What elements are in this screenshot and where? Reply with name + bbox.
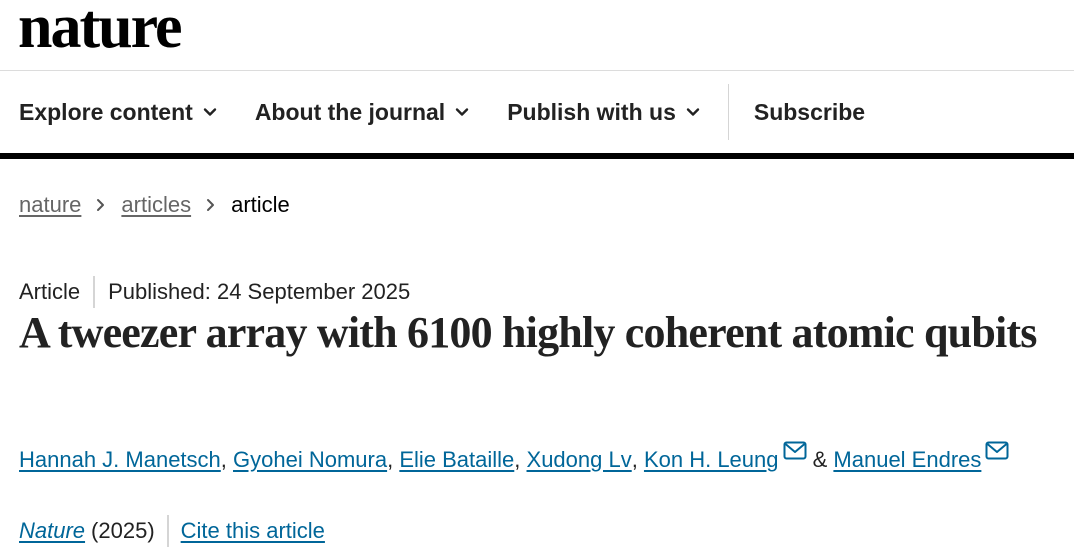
- meta-divider: [93, 276, 96, 308]
- author-link[interactable]: Hannah J. Manetsch: [19, 447, 221, 473]
- author-link[interactable]: Xudong Lv: [527, 447, 632, 473]
- nav-item-label: About the journal: [254, 98, 446, 125]
- breadcrumb: nature articles article: [19, 192, 290, 218]
- author-link[interactable]: Gyohei Nomura: [233, 447, 387, 473]
- author-separator: ,: [514, 447, 527, 472]
- site-header: nature Explore content About the journal…: [0, 0, 1074, 159]
- author-separator: ,: [387, 447, 400, 472]
- chevron-down-icon: [455, 108, 469, 116]
- nav-about-the-journal[interactable]: About the journal: [255, 99, 469, 126]
- logo-bar: nature: [0, 0, 1074, 71]
- nav-divider: [727, 84, 729, 140]
- article-type: Article: [19, 279, 81, 304]
- chevron-right-icon: [97, 199, 105, 211]
- article-meta: Article Published: 24 September 2025: [19, 276, 410, 308]
- breadcrumb-current: article: [231, 192, 290, 217]
- author-list: Hannah J. Manetsch, Gyohei Nomura, Elie …: [19, 441, 1009, 473]
- chevron-right-icon: [207, 199, 215, 211]
- journal-link[interactable]: Nature: [19, 518, 85, 544]
- author-separator: ,: [631, 447, 644, 472]
- author-separator: ,: [220, 447, 234, 472]
- article-title: A tweezer array with 6100 highly coheren…: [19, 308, 1037, 357]
- nav-publish-with-us[interactable]: Publish with us: [507, 99, 700, 126]
- mail-icon[interactable]: [783, 441, 807, 461]
- author-separator: &: [806, 447, 834, 472]
- publication-year: (2025): [91, 518, 155, 543]
- nav-item-label: Explore content: [19, 98, 193, 125]
- author-link[interactable]: Manuel Endres: [833, 447, 981, 473]
- subscribe-label: Subscribe: [753, 98, 866, 125]
- cite-this-article-link[interactable]: Cite this article: [181, 518, 325, 544]
- breadcrumb-articles[interactable]: articles: [121, 192, 191, 218]
- nav-item-label: Publish with us: [507, 98, 676, 125]
- citation-line: Nature (2025) Cite this article: [19, 515, 325, 547]
- main-nav: Explore content About the journal Publis…: [0, 71, 1074, 159]
- breadcrumb-nature[interactable]: nature: [19, 192, 81, 218]
- nav-explore-content[interactable]: Explore content: [19, 99, 217, 126]
- published-date: Published: 24 September 2025: [108, 279, 411, 304]
- mail-icon[interactable]: [985, 441, 1009, 461]
- chevron-down-icon: [686, 108, 700, 116]
- nature-logo[interactable]: nature: [18, 0, 183, 58]
- author-link[interactable]: Elie Bataille: [399, 447, 514, 473]
- citation-divider: [166, 515, 169, 547]
- chevron-down-icon: [203, 108, 217, 116]
- subscribe-link[interactable]: Subscribe: [754, 99, 865, 126]
- author-link[interactable]: Kon H. Leung: [644, 447, 779, 473]
